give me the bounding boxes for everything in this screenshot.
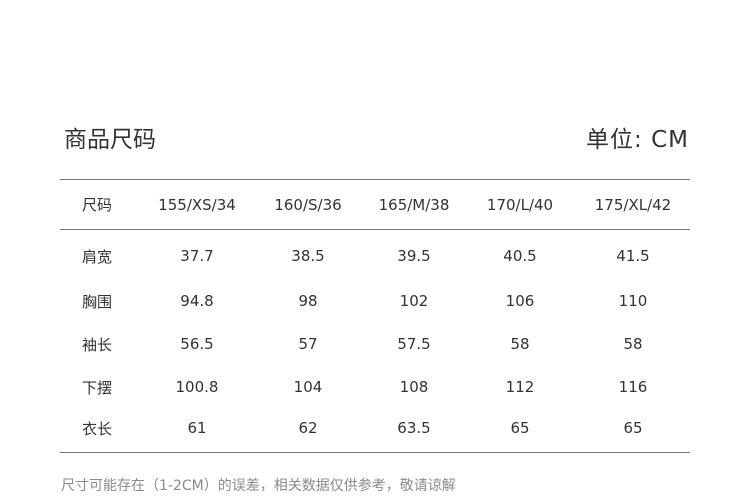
row-label: 袖长 xyxy=(82,335,113,354)
table-cell: 41.5 xyxy=(616,247,650,266)
table-cell: 112 xyxy=(505,378,535,396)
table-cell: 57 xyxy=(298,335,318,353)
disclaimer-note: 尺寸可能存在（1-2CM）的误差，相关数据仅供参考，敬请谅解 xyxy=(61,478,456,494)
row-label: 胸围 xyxy=(82,292,113,311)
table-cell: 94.8 xyxy=(180,292,214,310)
table-cell: 106 xyxy=(505,292,535,310)
page-title: 商品尺码 xyxy=(64,127,156,153)
row-label: 衣长 xyxy=(60,408,142,453)
table-cell: 58 xyxy=(510,335,530,353)
table-cell: 39.5 xyxy=(397,247,431,266)
table-cell: 58 xyxy=(623,335,643,353)
table-cell: 61 xyxy=(142,408,252,453)
unit-label: 单位: CM xyxy=(586,127,689,153)
column-header-xs: 155/XS/34 xyxy=(142,179,252,230)
table-row-hem: 下摆 100.8 104 108 112 116 xyxy=(60,366,690,409)
table-cell: 57.5 xyxy=(397,335,431,353)
table-cell: 98 xyxy=(298,292,318,310)
table-cell: 40.5 xyxy=(503,247,537,266)
table-cell: 65 xyxy=(576,408,690,453)
table-cell: 116 xyxy=(618,378,648,396)
column-header-s: 160/S/36 xyxy=(252,179,364,230)
column-header-l: 170/L/40 xyxy=(464,179,576,230)
column-header-m: 165/M/38 xyxy=(364,179,464,230)
table-cell: 65 xyxy=(464,408,576,453)
row-label: 下摆 xyxy=(82,378,113,397)
size-table-header: 尺码 155/XS/34 160/S/36 165/M/38 170/L/40 … xyxy=(60,179,690,230)
size-table-body: 肩宽 37.7 38.5 39.5 40.5 41.5 胸围 94.8 98 1… xyxy=(60,230,690,453)
table-cell: 62 xyxy=(252,408,364,453)
size-table-container: 尺码 155/XS/34 160/S/36 165/M/38 170/L/40 … xyxy=(60,179,690,453)
table-cell: 38.5 xyxy=(291,247,325,266)
header-row: 尺码 155/XS/34 160/S/36 165/M/38 170/L/40 … xyxy=(60,179,690,230)
table-row-length: 衣长 61 62 63.5 65 65 xyxy=(60,408,690,453)
table-cell: 110 xyxy=(618,292,648,310)
table-row-chest: 胸围 94.8 98 102 106 110 xyxy=(60,280,690,323)
table-cell: 63.5 xyxy=(364,408,464,453)
table-cell: 100.8 xyxy=(175,378,219,396)
table-cell: 104 xyxy=(293,378,323,396)
column-header-size: 尺码 xyxy=(60,179,142,230)
size-table: 尺码 155/XS/34 160/S/36 165/M/38 170/L/40 … xyxy=(60,179,690,453)
table-row-shoulder: 肩宽 37.7 38.5 39.5 40.5 41.5 xyxy=(60,230,690,280)
table-cell: 37.7 xyxy=(180,247,214,266)
size-chart-header: 商品尺码 单位: CM xyxy=(64,124,689,156)
table-row-sleeve: 袖长 56.5 57 57.5 58 58 xyxy=(60,323,690,366)
table-cell: 56.5 xyxy=(180,335,214,353)
table-cell: 102 xyxy=(399,292,429,310)
table-cell: 108 xyxy=(399,378,429,396)
row-label: 肩宽 xyxy=(82,247,113,266)
column-header-xl: 175/XL/42 xyxy=(576,179,690,230)
